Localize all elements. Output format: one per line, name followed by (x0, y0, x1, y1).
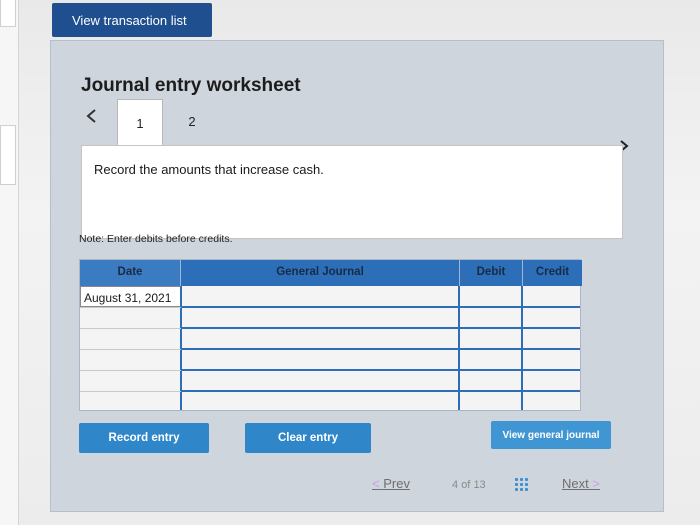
instruction-text: Record the amounts that increase cash. (94, 162, 324, 177)
next-label: Next (562, 476, 589, 491)
note-text: Note: Enter debits before credits. (79, 233, 233, 245)
page-current: 4 (452, 479, 459, 491)
column-header-general-journal: General Journal (181, 260, 459, 286)
prev-link[interactable]: < Prev (372, 476, 410, 491)
page-indicator: 4 of 13 (452, 479, 486, 491)
account-input-row-5[interactable] (181, 390, 580, 392)
tab-label: 1 (136, 116, 144, 131)
journal-entry-table: Date General Journal Debit Credit August… (79, 259, 582, 411)
left-edge-tab (0, 125, 16, 185)
view-transaction-list-button[interactable]: View transaction list (52, 3, 212, 37)
record-entry-button[interactable]: Record entry (79, 423, 209, 453)
tab-2[interactable]: 2 (169, 99, 215, 143)
column-header-date: Date (80, 260, 181, 286)
chevron-right-icon: > (592, 476, 600, 491)
next-link[interactable]: Next > (562, 476, 600, 491)
account-input-row-3[interactable] (181, 348, 580, 350)
row-1-date: August 31, 2021 (84, 291, 172, 305)
page-total: 13 (473, 479, 486, 491)
chevron-left-icon: < (372, 476, 380, 491)
chevron-left-icon[interactable] (85, 107, 97, 130)
clear-entry-button[interactable]: Clear entry (245, 423, 371, 453)
left-edge-panel (0, 0, 19, 525)
worksheet-title: Journal entry worksheet (81, 75, 301, 96)
view-general-journal-button[interactable]: View general journal (491, 421, 611, 449)
account-input-row-4[interactable] (181, 369, 580, 371)
prev-label: Prev (383, 476, 410, 491)
journal-worksheet-panel: Journal entry worksheet 1 2 Record the a… (50, 40, 664, 512)
grid-icon[interactable] (514, 477, 528, 491)
left-edge-tab (0, 0, 16, 27)
column-header-credit: Credit (522, 260, 582, 286)
account-input-row-2[interactable] (181, 327, 580, 329)
page-of: of (461, 479, 471, 491)
tab-1[interactable]: 1 (117, 99, 163, 147)
instruction-box: Record the amounts that increase cash. (81, 145, 623, 239)
tab-label: 2 (188, 113, 196, 129)
account-input-row-1[interactable] (181, 306, 580, 308)
column-header-debit: Debit (459, 260, 522, 286)
